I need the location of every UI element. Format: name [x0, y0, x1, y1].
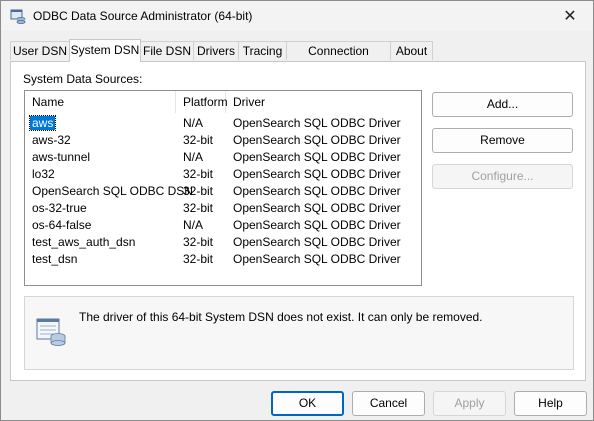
close-icon: ✕: [563, 8, 577, 25]
table-row[interactable]: aws-tunnel N/A OpenSearch SQL ODBC Drive…: [25, 149, 421, 166]
info-box: The driver of this 64-bit System DSN doe…: [24, 296, 574, 370]
dsn-driver: OpenSearch SQL ODBC Driver: [233, 150, 401, 164]
table-row[interactable]: OpenSearch SQL ODBC DSN 32-bit OpenSearc…: [25, 183, 421, 200]
dsn-platform: 32-bit: [183, 167, 214, 181]
configure-button[interactable]: Configure...: [432, 164, 573, 189]
dsn-platform: 32-bit: [183, 184, 214, 198]
table-row[interactable]: test_dsn 32-bit OpenSearch SQL ODBC Driv…: [25, 251, 421, 268]
table-row[interactable]: os-64-false N/A OpenSearch SQL ODBC Driv…: [25, 217, 421, 234]
dsn-driver: OpenSearch SQL ODBC Driver: [233, 252, 401, 266]
tab-system-dsn[interactable]: System DSN: [69, 39, 141, 62]
dsn-platform: 32-bit: [183, 201, 214, 215]
table-row[interactable]: aws N/A OpenSearch SQL ODBC Driver: [25, 115, 421, 132]
dsn-name: test_dsn: [32, 252, 78, 266]
dsn-driver: OpenSearch SQL ODBC Driver: [233, 184, 401, 198]
tab-connection-pooling[interactable]: Connection Pooling: [286, 41, 391, 77]
remove-button[interactable]: Remove: [432, 128, 573, 153]
dsn-name: test_aws_auth_dsn: [32, 235, 136, 249]
dsn-platform: 32-bit: [183, 235, 214, 249]
dsn-platform: N/A: [183, 150, 204, 164]
close-button[interactable]: ✕: [547, 1, 593, 31]
table-row[interactable]: aws-32 32-bit OpenSearch SQL ODBC Driver: [25, 132, 421, 149]
window-title: ODBC Data Source Administrator (64-bit): [33, 9, 253, 23]
dsn-driver: OpenSearch SQL ODBC Driver: [233, 235, 401, 249]
help-button[interactable]: Help: [514, 391, 587, 416]
tab-tracing[interactable]: Tracing: [238, 41, 287, 60]
table-row[interactable]: test_aws_auth_dsn 32-bit OpenSearch SQL …: [25, 234, 421, 251]
tab-drivers[interactable]: Drivers: [193, 41, 239, 60]
table-row[interactable]: os-32-true 32-bit OpenSearch SQL ODBC Dr…: [25, 200, 421, 217]
cancel-button[interactable]: Cancel: [352, 391, 425, 416]
dsn-name: aws-32: [32, 133, 71, 147]
tab-user-dsn[interactable]: User DSN: [10, 41, 70, 60]
odbc-admin-window: ODBC Data Source Administrator (64-bit) …: [0, 0, 594, 421]
column-header-platform[interactable]: Platform: [176, 91, 228, 113]
dsn-driver: OpenSearch SQL ODBC Driver: [233, 133, 401, 147]
dsn-platform: N/A: [183, 218, 204, 232]
dialog-footer: OK Cancel Apply Help: [1, 382, 593, 420]
dsn-name: OpenSearch SQL ODBC DSN: [32, 184, 193, 198]
dsn-name: os-64-false: [32, 218, 92, 232]
odbc-app-icon: [10, 9, 26, 24]
column-header-name[interactable]: Name: [25, 91, 176, 113]
tab-about[interactable]: About: [390, 41, 433, 60]
dsn-name: os-32-true: [32, 201, 87, 215]
column-header-driver[interactable]: Driver: [226, 91, 416, 113]
system-data-sources-label: System Data Sources:: [23, 72, 143, 86]
ok-button[interactable]: OK: [271, 391, 344, 416]
odbc-data-source-icon: [36, 318, 66, 346]
table-row[interactable]: lo32 32-bit OpenSearch SQL ODBC Driver: [25, 166, 421, 183]
add-button[interactable]: Add...: [432, 92, 573, 117]
dsn-platform: 32-bit: [183, 252, 214, 266]
dsn-name: aws: [28, 115, 57, 131]
system-dsn-panel: System Data Sources: Name Platform Drive…: [10, 61, 586, 381]
system-data-sources-list[interactable]: Name Platform Driver aws N/A OpenSearch …: [24, 90, 422, 286]
dsn-name: lo32: [32, 167, 55, 181]
tab-file-dsn[interactable]: File DSN: [140, 41, 194, 60]
apply-button[interactable]: Apply: [433, 391, 506, 416]
dsn-platform: N/A: [183, 116, 204, 130]
info-message: The driver of this 64-bit System DSN doe…: [79, 310, 483, 324]
dsn-name: aws-tunnel: [32, 150, 91, 164]
list-header: Name Platform Driver: [25, 91, 421, 113]
title-bar[interactable]: ODBC Data Source Administrator (64-bit) …: [1, 1, 593, 31]
dsn-platform: 32-bit: [183, 133, 214, 147]
dsn-driver: OpenSearch SQL ODBC Driver: [233, 201, 401, 215]
dsn-driver: OpenSearch SQL ODBC Driver: [233, 116, 401, 130]
dsn-driver: OpenSearch SQL ODBC Driver: [233, 167, 401, 181]
dsn-driver: OpenSearch SQL ODBC Driver: [233, 218, 401, 232]
